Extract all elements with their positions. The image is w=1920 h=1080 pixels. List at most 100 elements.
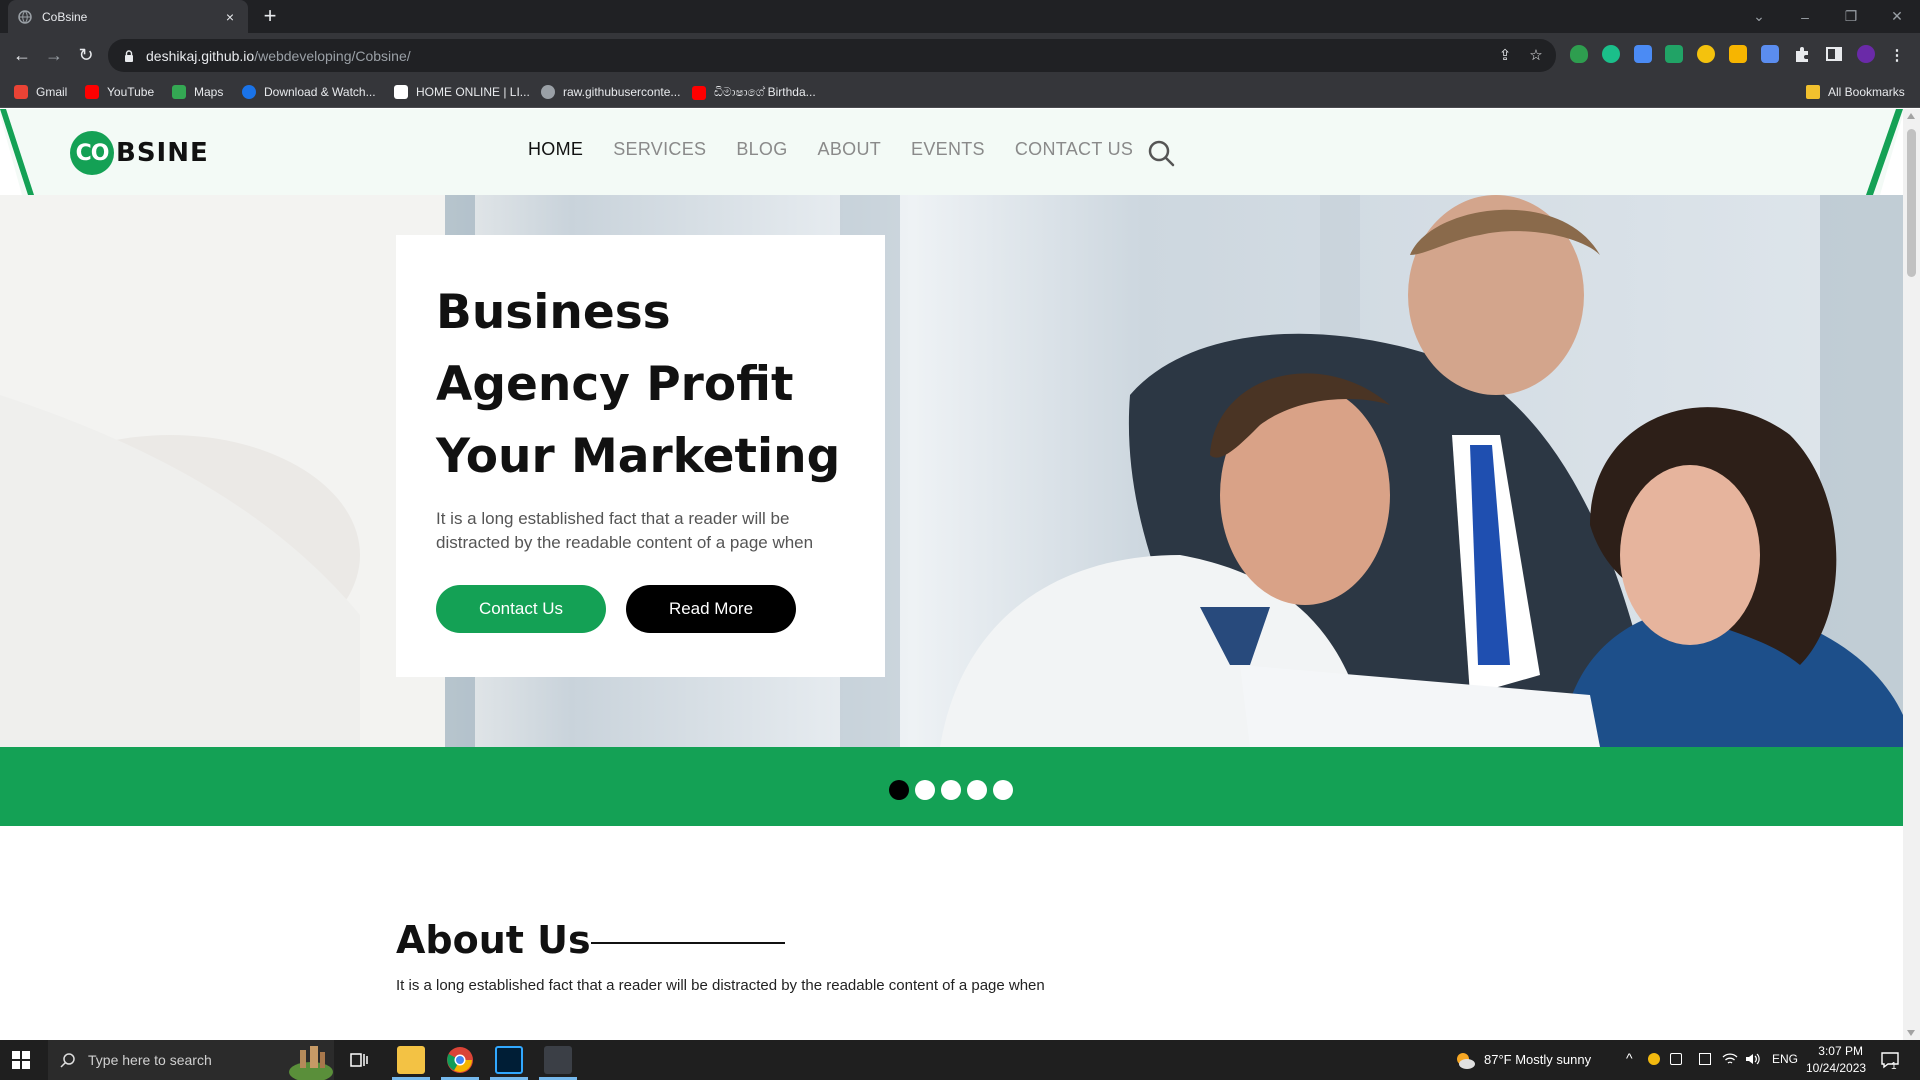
tray-display-icon[interactable] — [1699, 1053, 1711, 1065]
bookmark-star-icon[interactable]: ☆ — [1527, 47, 1545, 65]
search-icon — [60, 1053, 75, 1068]
header-corner-right — [1866, 109, 1903, 195]
scroll-down-icon[interactable] — [1907, 1030, 1915, 1036]
weather-sun-cloud-icon — [1457, 1053, 1475, 1069]
taskbar-search[interactable]: Type here to search — [48, 1040, 334, 1080]
tray-app-icon[interactable] — [1648, 1053, 1660, 1065]
tab-cobsine[interactable]: CoBsine × — [8, 0, 248, 33]
search-icon[interactable] — [1147, 139, 1175, 167]
new-tab-button[interactable]: + — [258, 5, 282, 27]
chrome-icon[interactable] — [446, 1046, 474, 1074]
hero-headline: Business Agency Profit Your Marketing — [436, 285, 841, 484]
notification-icon[interactable] — [1880, 1050, 1900, 1070]
clock-time[interactable]: 3:07 PM — [1813, 1044, 1863, 1058]
slider-dot-2[interactable] — [915, 780, 935, 800]
nav-home[interactable]: HOME — [528, 139, 583, 160]
scroll-up-icon[interactable] — [1907, 113, 1915, 119]
file-explorer-icon[interactable] — [397, 1046, 425, 1074]
slider-dot-3[interactable] — [941, 780, 961, 800]
reload-button[interactable]: ↻ — [74, 43, 98, 67]
clock-date[interactable]: 10/24/2023 — [1806, 1061, 1866, 1075]
windows-start-icon[interactable] — [12, 1051, 30, 1069]
nav-blog[interactable]: BLOG — [736, 139, 787, 160]
chevron-up-icon[interactable]: ^ — [1626, 1050, 1633, 1066]
puzzle-icon[interactable] — [1793, 45, 1811, 63]
taskbar-search-placeholder: Type here to search — [88, 1052, 212, 1068]
side-panel-icon[interactable] — [1825, 45, 1843, 63]
contact-us-button[interactable]: Contact Us — [436, 585, 606, 633]
nav-events[interactable]: EVENTS — [911, 139, 985, 160]
notification-count: 1 — [1891, 1061, 1897, 1072]
about-title-rule — [591, 942, 785, 944]
nav-about[interactable]: ABOUT — [818, 139, 882, 160]
share-icon[interactable]: ⇪ — [1496, 47, 1514, 65]
lock-icon — [125, 49, 133, 62]
youtube-icon — [692, 85, 706, 100]
browser-toolbar: ← → ↻ deshikaj.github.io /webdeveloping/… — [0, 33, 1920, 78]
extension-sheets-icon[interactable] — [1665, 45, 1683, 63]
globe-icon — [18, 9, 32, 24]
restore-button[interactable]: ❐ — [1828, 0, 1874, 33]
nav-contact-us[interactable]: CONTACT US — [1015, 139, 1133, 160]
bookmark-maps[interactable]: Maps — [172, 85, 223, 99]
url-path: /webdeveloping/Cobsine/ — [254, 47, 411, 64]
bookmark-raw-github[interactable]: raw.githubuserconte... — [541, 85, 680, 99]
minimize-button[interactable]: – — [1782, 0, 1828, 33]
tab-search-button[interactable]: ⌄ — [1736, 0, 1782, 33]
extension-play-icon[interactable] — [1697, 45, 1715, 63]
tab-close-button[interactable]: × — [222, 9, 238, 25]
site-logo[interactable]: CO BSINE — [70, 131, 209, 175]
read-more-button[interactable]: Read More — [626, 585, 796, 633]
globe-icon — [541, 85, 555, 99]
language-indicator[interactable]: ENG — [1772, 1052, 1798, 1066]
header-corner-left — [0, 109, 34, 195]
browser-menu-icon[interactable]: ⋮ — [1888, 47, 1906, 65]
slider-dot-4[interactable] — [967, 780, 987, 800]
hero-description: It is a long established fact that a rea… — [436, 509, 814, 552]
url-host: deshikaj.github.io — [146, 47, 255, 64]
about-title: About Us — [396, 918, 591, 962]
close-window-button[interactable]: ✕ — [1874, 0, 1920, 33]
youtube-icon — [85, 85, 99, 99]
tab-strip: CoBsine × + ⌄ – ❐ ✕ — [0, 0, 1920, 33]
page-icon — [394, 85, 408, 99]
bookmark-gmail[interactable]: Gmail — [14, 85, 67, 99]
weather-text[interactable]: 87°F Mostly sunny — [1484, 1052, 1591, 1067]
tray-device-icon[interactable] — [1670, 1053, 1682, 1065]
web-page: CO BSINE HOME SERVICES BLOG ABOUT EVENTS… — [0, 109, 1903, 1040]
gmail-icon — [14, 85, 28, 99]
forward-button[interactable]: → — [42, 43, 66, 67]
task-view-icon[interactable] — [350, 1051, 368, 1069]
hero-background-image — [0, 195, 1903, 747]
profile-avatar[interactable] — [1857, 45, 1875, 63]
photoshop-icon[interactable] — [495, 1046, 523, 1074]
maps-icon — [172, 85, 186, 99]
logo-badge: CO — [70, 131, 114, 175]
about-text: It is a long established fact that a rea… — [396, 977, 1045, 994]
extension-grammarly-icon[interactable] — [1602, 45, 1620, 63]
nav-services[interactable]: SERVICES — [613, 139, 706, 160]
bookmark-home-online[interactable]: HOME ONLINE | LI... — [394, 85, 530, 99]
page-scrollbar[interactable] — [1903, 109, 1920, 1040]
extension-shield-icon[interactable] — [1570, 45, 1588, 63]
extension-translate-icon[interactable] — [1761, 45, 1779, 63]
tab-title: CoBsine — [42, 9, 88, 24]
extension-clipboard-icon[interactable] — [1729, 45, 1747, 63]
wifi-icon[interactable] — [1722, 1052, 1738, 1066]
play-icon — [242, 85, 256, 99]
address-bar[interactable]: deshikaj.github.io /webdeveloping/Cobsin… — [108, 39, 1556, 72]
bookmark-download-watch[interactable]: Download & Watch... — [242, 85, 376, 99]
volume-icon[interactable] — [1745, 1052, 1761, 1066]
logo-wordmark: BSINE — [116, 138, 209, 168]
bookmark-birthday[interactable]: ඩිමාෂාගේ Birthda... — [692, 85, 816, 100]
code-editor-icon[interactable] — [544, 1046, 572, 1074]
back-button[interactable]: ← — [10, 43, 34, 67]
extension-window-icon[interactable] — [1634, 45, 1652, 63]
bookmark-youtube[interactable]: YouTube — [85, 85, 154, 99]
windows-taskbar: Type here to search 87°F Mostly sunny ^ … — [0, 1040, 1920, 1080]
bookmarks-bar: Gmail YouTube Maps Download & Watch... H… — [0, 78, 1920, 108]
all-bookmarks[interactable]: All Bookmarks — [1806, 85, 1905, 99]
slider-dot-1[interactable] — [889, 780, 909, 800]
scrollbar-thumb[interactable] — [1907, 129, 1916, 277]
slider-dot-5[interactable] — [993, 780, 1013, 800]
